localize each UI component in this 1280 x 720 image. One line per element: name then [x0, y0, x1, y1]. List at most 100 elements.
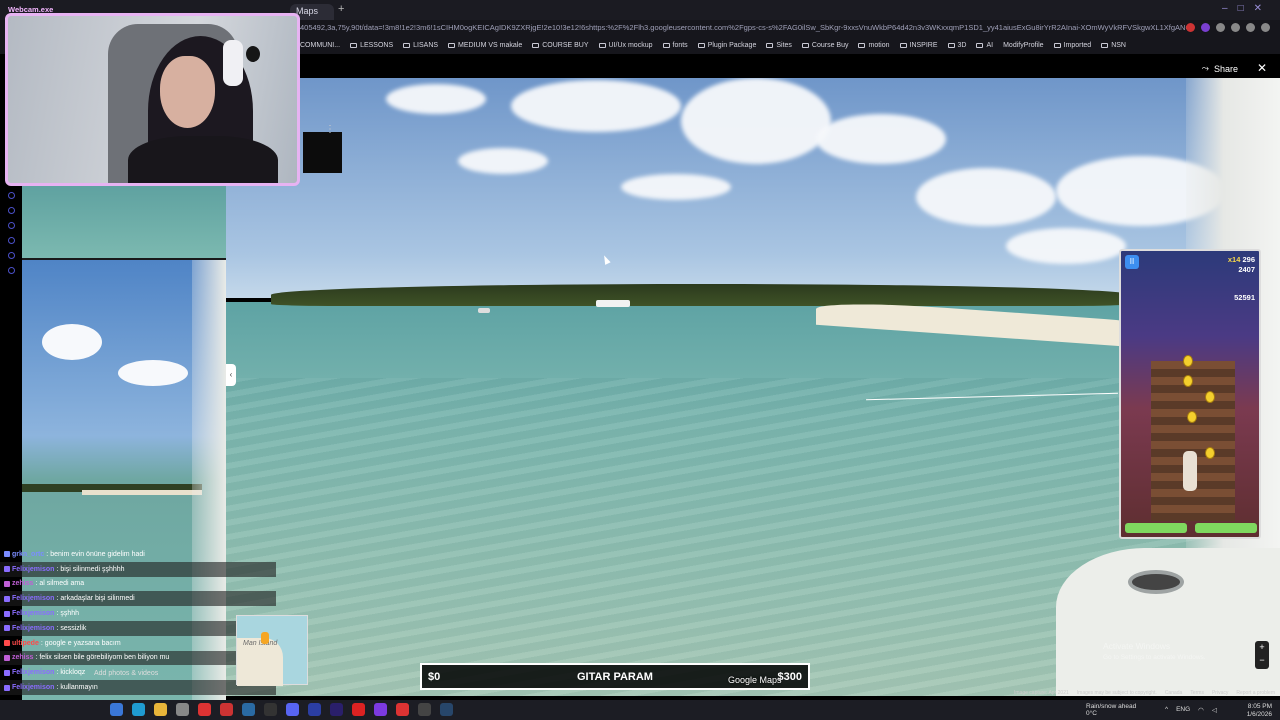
lang-indicator[interactable]: ENG: [1176, 706, 1190, 714]
rail-icon[interactable]: [7, 267, 15, 274]
chat-username[interactable]: ultipede: [12, 640, 39, 647]
chat-overlay: grkn_ortc: benim evin önüne gidelim hadi F…: [0, 547, 276, 707]
chat-username[interactable]: Felixjemison: [12, 684, 54, 691]
chat-username[interactable]: Felixjemison: [12, 669, 54, 676]
more-icon[interactable]: ⋮: [325, 124, 335, 135]
new-tab-button[interactable]: +: [338, 3, 344, 15]
add-photos-link[interactable]: Add photos & videos: [94, 670, 158, 677]
extension-icon[interactable]: [1231, 23, 1240, 32]
folder-icon: [766, 42, 774, 48]
bookmark-item[interactable]: AI: [976, 42, 993, 49]
chat-separator: :: [56, 684, 59, 692]
rail-icon[interactable]: [7, 252, 15, 259]
volume-icon[interactable]: ◁: [1212, 706, 1217, 714]
app-icon[interactable]: [374, 703, 387, 716]
weather-widget[interactable]: Rain/snow ahead 0°C: [1086, 703, 1136, 717]
app-icon[interactable]: [220, 703, 233, 716]
weather-temp: 0°C: [1086, 710, 1097, 717]
chat-username[interactable]: zehiss: [12, 654, 33, 661]
bookmark-item[interactable]: 3D: [947, 42, 966, 49]
photo-thumbnail[interactable]: [22, 184, 226, 258]
chat-username[interactable]: Felixjemison: [12, 610, 54, 617]
chat-message: Felixjemison: sessizlik: [0, 620, 276, 636]
extension-icon[interactable]: [1216, 23, 1225, 32]
folder-icon[interactable]: [154, 703, 167, 716]
bookmark-item[interactable]: Plugin Package: [697, 41, 757, 49]
rail-icon[interactable]: [7, 222, 15, 229]
wifi-icon[interactable]: ◠: [1198, 706, 1204, 714]
chat-separator: :: [56, 669, 59, 677]
bookmark-item[interactable]: motion: [858, 42, 890, 49]
bookmark-label: INSPIRE: [909, 41, 938, 49]
rail-icon[interactable]: [7, 207, 15, 214]
steam-icon[interactable]: [440, 703, 453, 716]
app-icon[interactable]: [198, 703, 211, 716]
rail-icon[interactable]: [7, 192, 15, 199]
close-icon[interactable]: ✕: [1257, 61, 1267, 75]
app-icon[interactable]: [110, 703, 123, 716]
bookmark-item[interactable]: LISANS: [403, 42, 438, 49]
chat-username[interactable]: Felixjemison: [12, 566, 54, 573]
folder-icon: [947, 42, 955, 48]
bookmark-item[interactable]: Imported: [1053, 42, 1091, 49]
beach: [82, 490, 202, 495]
app-icon[interactable]: [242, 703, 255, 716]
bookmark-item[interactable]: NSN: [1101, 42, 1126, 49]
chat-username[interactable]: grkn_ortc: [12, 551, 44, 558]
bookmark-item[interactable]: UI/Ux mockup: [598, 42, 653, 49]
clock[interactable]: 8:05 PM 1/6/2026: [1247, 703, 1272, 718]
bookmark-label: COMMUNI...: [300, 41, 341, 49]
chat-separator: :: [35, 580, 38, 588]
rail-icon[interactable]: [7, 237, 15, 244]
bookmark-label: MEDIUM VS makale: [458, 41, 523, 49]
bookmark-label: Plugin Package: [707, 41, 757, 49]
bookmark-item[interactable]: ModifyProfile: [1003, 42, 1043, 49]
island: [271, 284, 1131, 306]
window-controls[interactable]: –□✕: [1222, 3, 1272, 14]
chat-username[interactable]: Felixjemison: [12, 625, 54, 632]
chat-username[interactable]: zehiss: [12, 580, 33, 587]
app-icon[interactable]: [308, 703, 321, 716]
info-card[interactable]: ⋮: [303, 124, 342, 173]
left-rail: [0, 184, 22, 314]
footer-link[interactable]: Terms: [1190, 690, 1204, 696]
app-icon[interactable]: [264, 703, 277, 716]
footer-link[interactable]: Canada: [1165, 690, 1183, 696]
clock-time: 8:05 PM: [1247, 703, 1272, 710]
extension-icon[interactable]: [1261, 23, 1270, 32]
bookmark-item[interactable]: Course Buy: [801, 42, 848, 49]
bookmark-item[interactable]: Sites: [766, 42, 792, 49]
bookmark-item[interactable]: COURSE BUY: [532, 42, 589, 49]
bookmark-item[interactable]: INSPIRE: [899, 41, 938, 49]
system-tray[interactable]: ^ ENG ◠ ◁: [1165, 706, 1217, 714]
tab-title: Maps: [296, 6, 319, 16]
share-label: Share: [1213, 63, 1238, 74]
bookmark-item[interactable]: MEDIUM VS makale: [448, 42, 522, 49]
opera-icon[interactable]: [352, 703, 365, 716]
extension-icon[interactable]: [1246, 23, 1255, 32]
footer-link[interactable]: Report a problem: [1236, 690, 1275, 696]
app-icon[interactable]: [418, 703, 431, 716]
chevron-up-icon[interactable]: ^: [1165, 706, 1168, 714]
chat-username[interactable]: Felixjemison: [12, 595, 54, 602]
collapse-panel-button[interactable]: ‹: [226, 364, 236, 386]
cloud: [511, 80, 681, 132]
footer-link[interactable]: Privacy: [1212, 690, 1228, 696]
app-icon[interactable]: [396, 703, 409, 716]
discord-icon[interactable]: [286, 703, 299, 716]
extension-icon[interactable]: [1186, 23, 1195, 32]
url-text[interactable]: 405492,3a,75y,90t/data=!3m8!1e2!3m6!1sCI…: [300, 23, 1190, 32]
zoom-control[interactable]: + −: [1255, 641, 1269, 669]
bookmark-item[interactable]: fonts: [662, 42, 688, 49]
edge-icon[interactable]: [132, 703, 145, 716]
chat-message: Felixjemison: bişi silinmedi şşhhhh: [0, 561, 276, 577]
app-icon[interactable]: [176, 703, 189, 716]
share-button[interactable]: ⤳ Share: [1202, 63, 1238, 74]
premiere-icon[interactable]: [330, 703, 343, 716]
extension-icon[interactable]: [1201, 23, 1210, 32]
pause-icon[interactable]: II: [1125, 255, 1139, 269]
bookmark-item[interactable]: COMMUNI...: [300, 42, 340, 49]
boat: [596, 300, 630, 307]
minimap[interactable]: Man Island: [236, 615, 308, 686]
bookmark-item[interactable]: LESSONS: [350, 42, 393, 49]
